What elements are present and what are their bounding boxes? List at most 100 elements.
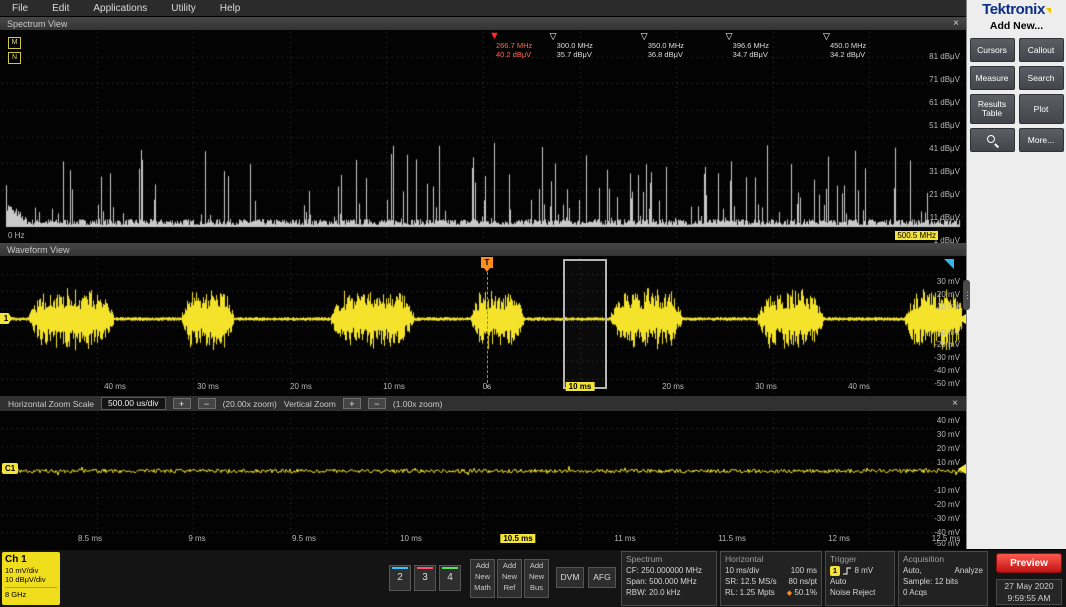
span-value: Span: 500.000 MHz xyxy=(626,576,697,587)
channel1-badge[interactable]: Ch 1 10 mV/div 10 dBμV/div 8 GHz xyxy=(2,552,60,605)
horizontal-zoom-decrease-button[interactable]: − xyxy=(198,398,216,409)
dvm-button[interactable]: DVM xyxy=(556,567,584,588)
trigger-panel-title: Trigger xyxy=(830,553,890,565)
afg-button[interactable]: AFG xyxy=(588,567,616,588)
trigger-coupling-value: Noise Reject xyxy=(830,587,875,598)
channel2-color-bar xyxy=(392,567,408,569)
rbw-value: RBW: 20.0 kHz xyxy=(626,587,681,598)
trigger-settings-panel[interactable]: Trigger 1 8 mV Auto Noise Reject xyxy=(825,551,895,606)
more-button[interactable]: More... xyxy=(1019,128,1064,152)
channel4-button[interactable]: 4 xyxy=(439,565,461,591)
datetime-display: 27 May 2020 9:59:55 AM xyxy=(996,579,1062,605)
menu-file[interactable]: File xyxy=(0,3,40,14)
spectrum-plot[interactable]: M N ▼266.7 MHz40.2 dBμV▽300.0 MHz35.7 dB… xyxy=(0,30,966,243)
spectrum-view-title: Spectrum View xyxy=(7,19,67,29)
waveform-view-title: Waveform View xyxy=(7,245,70,255)
zoom-scale-bar: Horizontal Zoom Scale 500.00 us/div + − … xyxy=(0,396,966,411)
waveform-zoom-indicator-icon[interactable] xyxy=(944,259,954,269)
vertical-zoom-label: Vertical Zoom xyxy=(284,399,336,409)
oscilloscope-app: File Edit Applications Utility Help Spec… xyxy=(0,0,1066,607)
time-value: 9:59:55 AM xyxy=(997,592,1061,604)
date-value: 27 May 2020 xyxy=(997,580,1061,592)
zoom-selection-box[interactable] xyxy=(563,259,607,389)
acquisition-settings-panel[interactable]: Acquisition Auto, Analyze Sample: 12 bits… xyxy=(898,551,988,606)
trigger-position-line xyxy=(487,272,488,388)
panel-splitter-handle[interactable]: ⋮ xyxy=(963,280,970,310)
zoomed-waveform-plot[interactable]: C1 8.5 ms9 ms9.5 ms10 ms10.5 ms11 ms11.5… xyxy=(0,411,966,549)
channel1-spectrum-scale: 10 dBμV/div xyxy=(5,575,57,584)
resolution-value: 80 ns/pt xyxy=(789,576,817,587)
record-length-value: RL: 1.25 Mpts xyxy=(725,587,775,599)
callout-button[interactable]: Callout xyxy=(1019,38,1064,62)
right-sidebar: Tektronix Add New... Cursors Callout Mea… xyxy=(966,0,1066,549)
zoom-close-icon[interactable]: × xyxy=(952,399,958,409)
sidebar-button-grid: Cursors Callout Measure Search Results T… xyxy=(967,38,1066,152)
search-button[interactable]: Search xyxy=(1019,66,1064,90)
measure-button[interactable]: Measure xyxy=(970,66,1015,90)
spectrum-panel-title: Spectrum xyxy=(626,553,712,565)
trigger-position-value: 50.1% xyxy=(794,588,817,597)
horizontal-zoom-factor-label: (20.00x zoom) xyxy=(223,399,277,409)
plot-button[interactable]: Plot xyxy=(1019,94,1064,124)
preview-button[interactable]: Preview xyxy=(996,553,1062,573)
waveform-plot[interactable]: T 1 40 ms30 ms20 ms10 ms0s10 ms20 ms30 m… xyxy=(0,256,966,396)
spectrum-close-icon[interactable]: × xyxy=(953,19,959,29)
acquisition-sample-value: Sample: 12 bits xyxy=(903,576,958,587)
add-new-bus-button[interactable]: AddNewBus xyxy=(524,559,549,598)
spectrum-start-frequency-label: 0 Hz xyxy=(8,231,24,240)
magnifier-waveform-icon xyxy=(986,134,999,147)
cursors-button[interactable]: Cursors xyxy=(970,38,1015,62)
channel4-color-bar xyxy=(442,567,458,569)
acquisition-count-value: 0 Acqs xyxy=(903,587,927,598)
waveform-view-header: Waveform View xyxy=(0,243,966,256)
channel1-bandwidth: 8 GHz xyxy=(5,587,57,599)
trigger-mode-value: Auto xyxy=(830,576,846,587)
trigger-position-icon: ◆ xyxy=(787,590,792,597)
horizontal-window-value: 100 ms xyxy=(791,565,817,576)
trigger-marker-icon[interactable]: T xyxy=(481,257,493,268)
add-new-label: Add New... xyxy=(967,20,1066,32)
menu-bar: File Edit Applications Utility Help xyxy=(0,0,966,17)
menu-edit[interactable]: Edit xyxy=(40,3,81,14)
waveform-trace-canvas[interactable] xyxy=(0,256,966,396)
channel3-color-bar xyxy=(417,567,433,569)
menu-applications[interactable]: Applications xyxy=(81,3,159,14)
add-new-ref-button[interactable]: AddNewRef xyxy=(497,559,522,598)
zoom-tool-button[interactable] xyxy=(970,128,1015,152)
horizontal-zoom-increase-button[interactable]: + xyxy=(173,398,191,409)
spectrum-trace-badges: M N xyxy=(8,37,21,67)
channel1-zoom-badge[interactable]: C1 xyxy=(2,463,18,474)
spectrum-settings-panel[interactable]: Spectrum CF: 250.000000 MHz Span: 500.00… xyxy=(621,551,717,606)
zoom-channel1-level-arrow-icon xyxy=(958,464,966,474)
trigger-level-value: 8 mV xyxy=(854,566,873,575)
channel1-level-arrow-icon xyxy=(958,314,966,324)
center-frequency-value: CF: 250.000000 MHz xyxy=(626,565,702,576)
spectrum-view-header: Spectrum View × xyxy=(0,17,966,30)
vertical-zoom-increase-button[interactable]: + xyxy=(343,398,361,409)
spectrum-stop-frequency-label: 500.5 MHz xyxy=(895,231,938,240)
tektronix-logo: Tektronix xyxy=(967,1,1066,18)
normal-trace-badge[interactable]: N xyxy=(8,52,21,64)
spectrum-trace-canvas[interactable] xyxy=(0,30,966,243)
horizontal-settings-panel[interactable]: Horizontal 10 ms/div 100 ms SR: 12.5 MS/s… xyxy=(720,551,822,606)
rising-edge-icon xyxy=(842,566,852,576)
bottom-status-bar: Ch 1 10 mV/div 10 dBμV/div 8 GHz 2 3 4 A… xyxy=(0,549,1066,607)
trigger-source-badge: 1 xyxy=(830,566,840,576)
horizontal-panel-title: Horizontal xyxy=(725,553,817,565)
max-hold-trace-badge[interactable]: M xyxy=(8,37,21,49)
channel1-scale: 10 mV/div xyxy=(5,566,57,575)
horizontal-zoom-scale-value[interactable]: 500.00 us/div xyxy=(101,397,166,410)
add-new-math-button[interactable]: AddNewMath xyxy=(470,559,495,598)
acquisition-mode-value: Auto, xyxy=(903,565,922,576)
sample-rate-value: SR: 12.5 MS/s xyxy=(725,576,777,587)
horizontal-scale-value: 10 ms/div xyxy=(725,565,759,576)
acquisition-analyze-label: Analyze xyxy=(955,565,983,576)
vertical-zoom-decrease-button[interactable]: − xyxy=(368,398,386,409)
channel2-button[interactable]: 2 xyxy=(389,565,411,591)
menu-utility[interactable]: Utility xyxy=(159,3,207,14)
channel3-button[interactable]: 3 xyxy=(414,565,436,591)
zoomed-waveform-trace-canvas[interactable] xyxy=(0,411,966,549)
acquisition-panel-title: Acquisition xyxy=(903,553,983,565)
results-table-button[interactable]: Results Table xyxy=(970,94,1015,124)
menu-help[interactable]: Help xyxy=(208,3,253,14)
